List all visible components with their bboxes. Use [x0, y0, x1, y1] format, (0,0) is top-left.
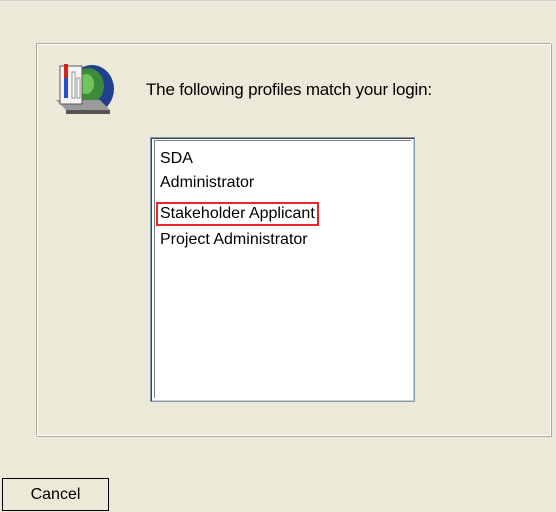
cancel-button[interactable]: Cancel — [2, 478, 109, 511]
profile-option-administrator[interactable]: Administrator — [157, 172, 257, 194]
profile-option-project-administrator[interactable]: Project Administrator — [157, 229, 311, 251]
profile-listbox[interactable]: SDA Administrator Stakeholder Applicant … — [150, 137, 415, 402]
prompt-text: The following profiles match your login: — [146, 80, 432, 99]
profile-server-icon — [56, 64, 114, 114]
profile-option-stakeholder-applicant[interactable]: Stakeholder Applicant — [156, 202, 319, 226]
top-divider — [0, 0, 556, 1]
profile-option-sda[interactable]: SDA — [157, 148, 196, 170]
